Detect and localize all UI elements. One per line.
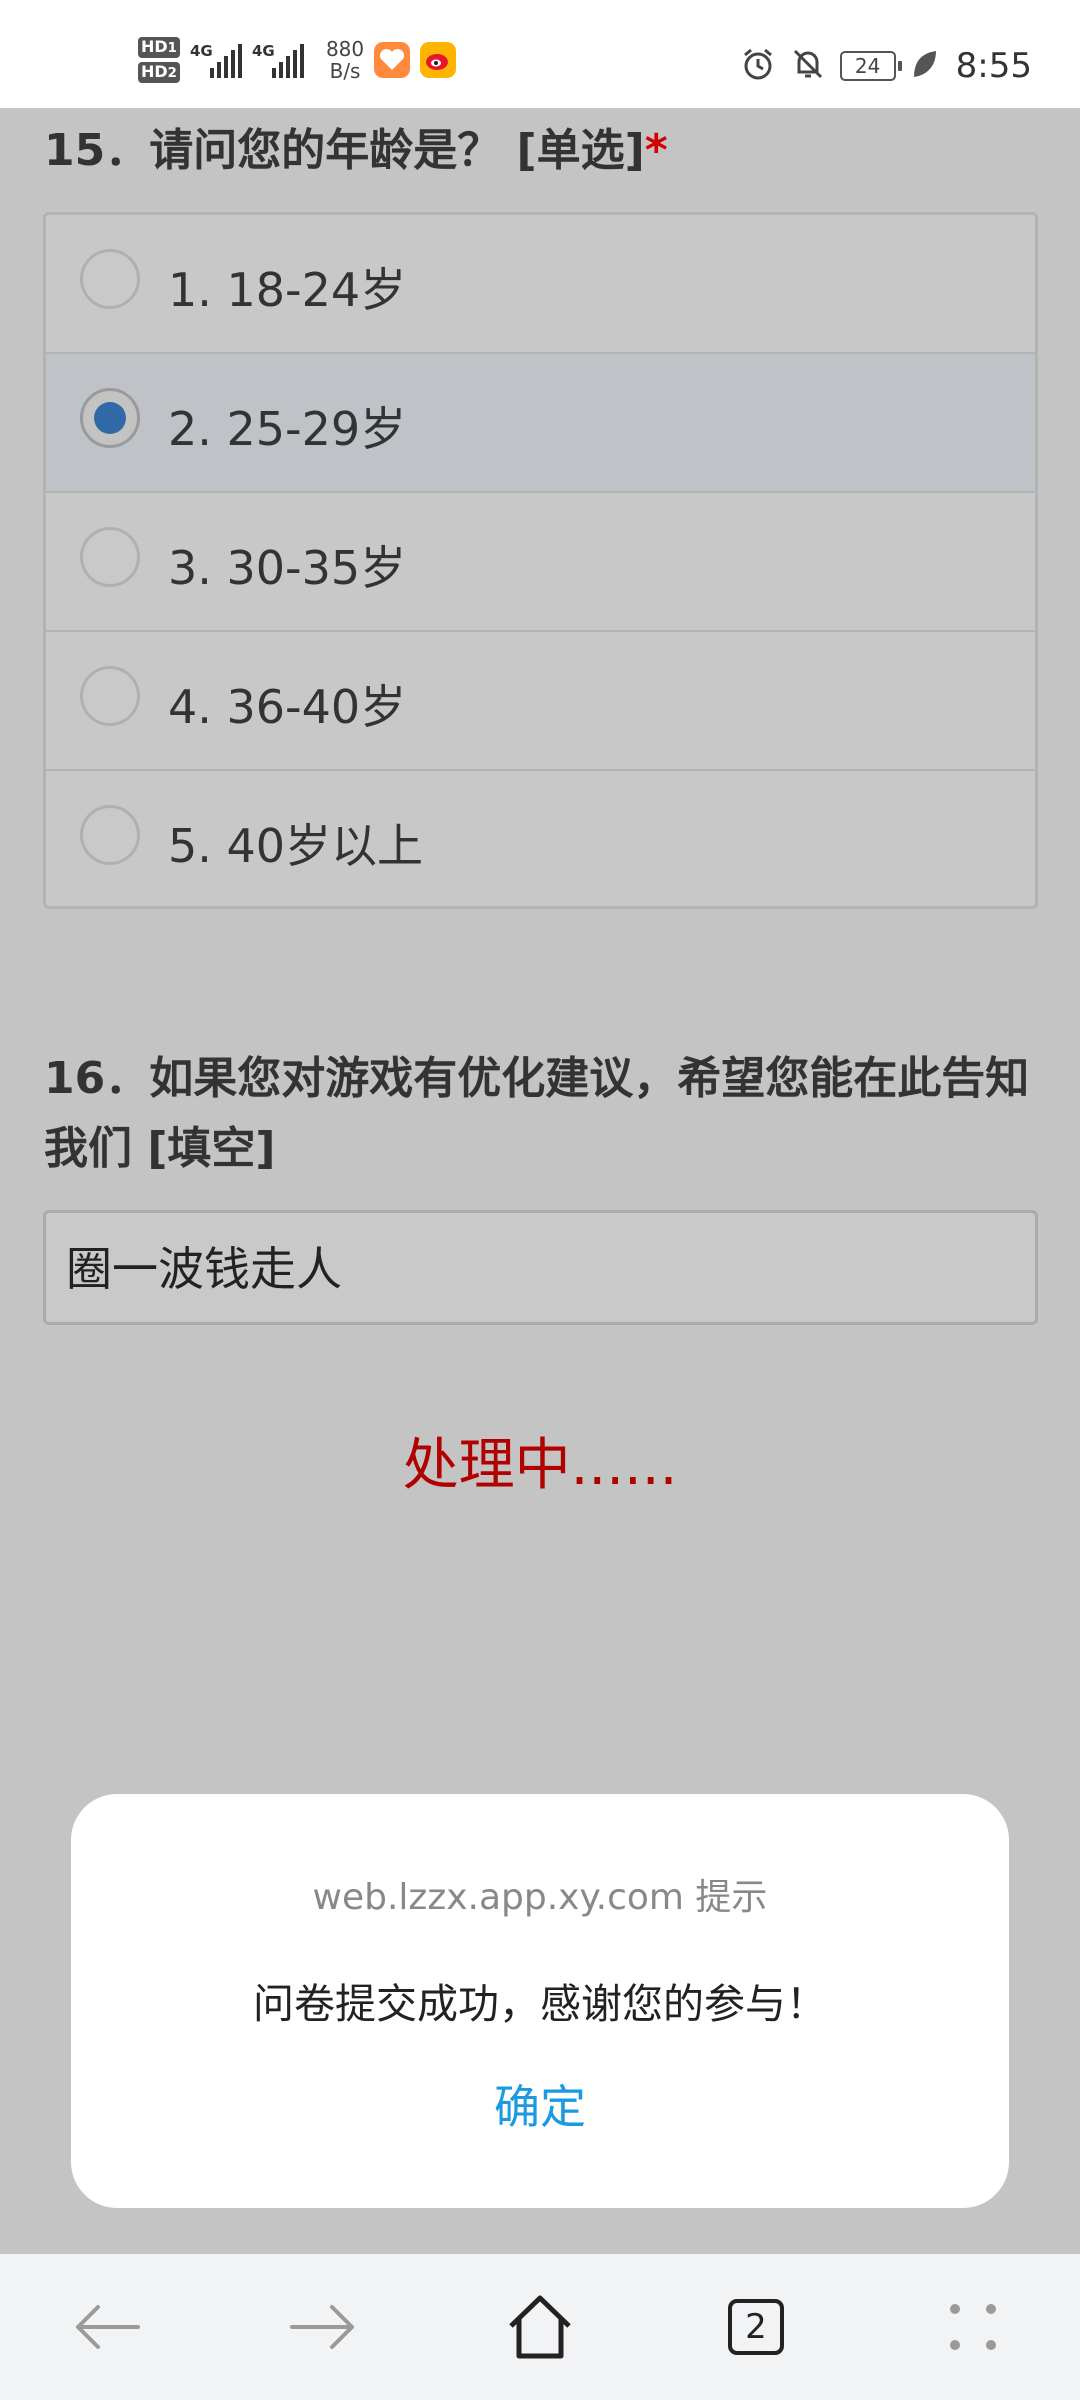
- hd1-badge: HD1: [138, 37, 180, 58]
- age-option-18-24[interactable]: 1. 18-24岁: [46, 215, 1035, 354]
- age-option-40-plus[interactable]: 5. 40岁以上: [46, 771, 1035, 906]
- leaf-icon: [910, 49, 938, 83]
- network-type-1: 4G: [189, 42, 213, 60]
- menu-button[interactable]: [928, 2282, 1018, 2372]
- status-right: 24 8:55: [740, 36, 1032, 96]
- signal-2-icon: 4G: [252, 42, 304, 78]
- radio-button[interactable]: [80, 527, 140, 587]
- radio-button-selected[interactable]: [80, 388, 140, 448]
- status-bar: HD1 HD2 4G 4G 880 B/s 24 8:55: [0, 0, 1080, 108]
- home-icon: [509, 2295, 571, 2359]
- forward-button[interactable]: [278, 2282, 368, 2372]
- radio-button[interactable]: [80, 805, 140, 865]
- forward-arrow-icon: [290, 2305, 354, 2349]
- option-label: 5. 40岁以上: [168, 819, 424, 873]
- confirm-button[interactable]: 确定: [440, 2072, 640, 2142]
- radio-button[interactable]: [80, 666, 140, 726]
- tabs-button[interactable]: 2: [711, 2282, 801, 2372]
- battery-icon: 24: [839, 51, 902, 81]
- dialog-message: 问卷提交成功，感谢您的参与！: [253, 1980, 827, 2028]
- option-label: 3. 30-35岁: [168, 541, 407, 595]
- status-left: HD1 HD2 4G 4G 880 B/s: [138, 30, 457, 90]
- age-options: 1. 18-24岁 2. 25-29岁 3. 30-35岁 4. 36-40岁 …: [43, 212, 1038, 909]
- browser-navbar: 2: [0, 2254, 1080, 2400]
- age-option-25-29[interactable]: 2. 25-29岁: [46, 354, 1035, 493]
- home-button[interactable]: [495, 2282, 585, 2372]
- menu-dots-icon: [950, 2304, 996, 2350]
- health-app-icon: [374, 42, 411, 78]
- hd2-badge: HD2: [138, 62, 180, 83]
- signal-1-icon: 4G: [190, 42, 242, 78]
- weibo-app-icon: [420, 42, 457, 78]
- dialog-origin: web.lzzx.app.xy.com 提示: [312, 1877, 768, 1918]
- network-speed: 880 B/s: [325, 37, 365, 83]
- back-arrow-icon: [76, 2305, 140, 2349]
- battery-level: 24: [854, 54, 881, 78]
- tab-count: 2: [728, 2299, 784, 2355]
- alarm-icon: [740, 46, 776, 86]
- mute-bell-icon: [790, 46, 826, 86]
- network-type-2: 4G: [251, 42, 275, 60]
- required-mark: *: [644, 125, 668, 176]
- processing-text: 处理中......: [402, 1433, 678, 1498]
- alert-dialog: web.lzzx.app.xy.com 提示 问卷提交成功，感谢您的参与！ 确定: [71, 1794, 1009, 2208]
- question-16-title: 16．如果您对游戏有优化建议，希望您能在此告知我们 [填空]: [44, 1053, 1030, 1174]
- back-button[interactable]: [62, 2282, 152, 2372]
- radio-button[interactable]: [80, 249, 140, 309]
- age-option-30-35[interactable]: 3. 30-35岁: [46, 493, 1035, 632]
- age-option-36-40[interactable]: 4. 36-40岁: [46, 632, 1035, 771]
- option-label: 4. 36-40岁: [168, 680, 407, 734]
- suggestion-input[interactable]: 圈一波钱走人: [43, 1210, 1038, 1325]
- option-label: 1. 18-24岁: [168, 263, 407, 317]
- option-label: 2. 25-29岁: [168, 402, 407, 456]
- clock: 8:55: [955, 46, 1032, 86]
- question-15-title: 15．请问您的年龄是？ [单选]*: [44, 125, 668, 176]
- hd-indicators: HD1 HD2: [138, 37, 180, 83]
